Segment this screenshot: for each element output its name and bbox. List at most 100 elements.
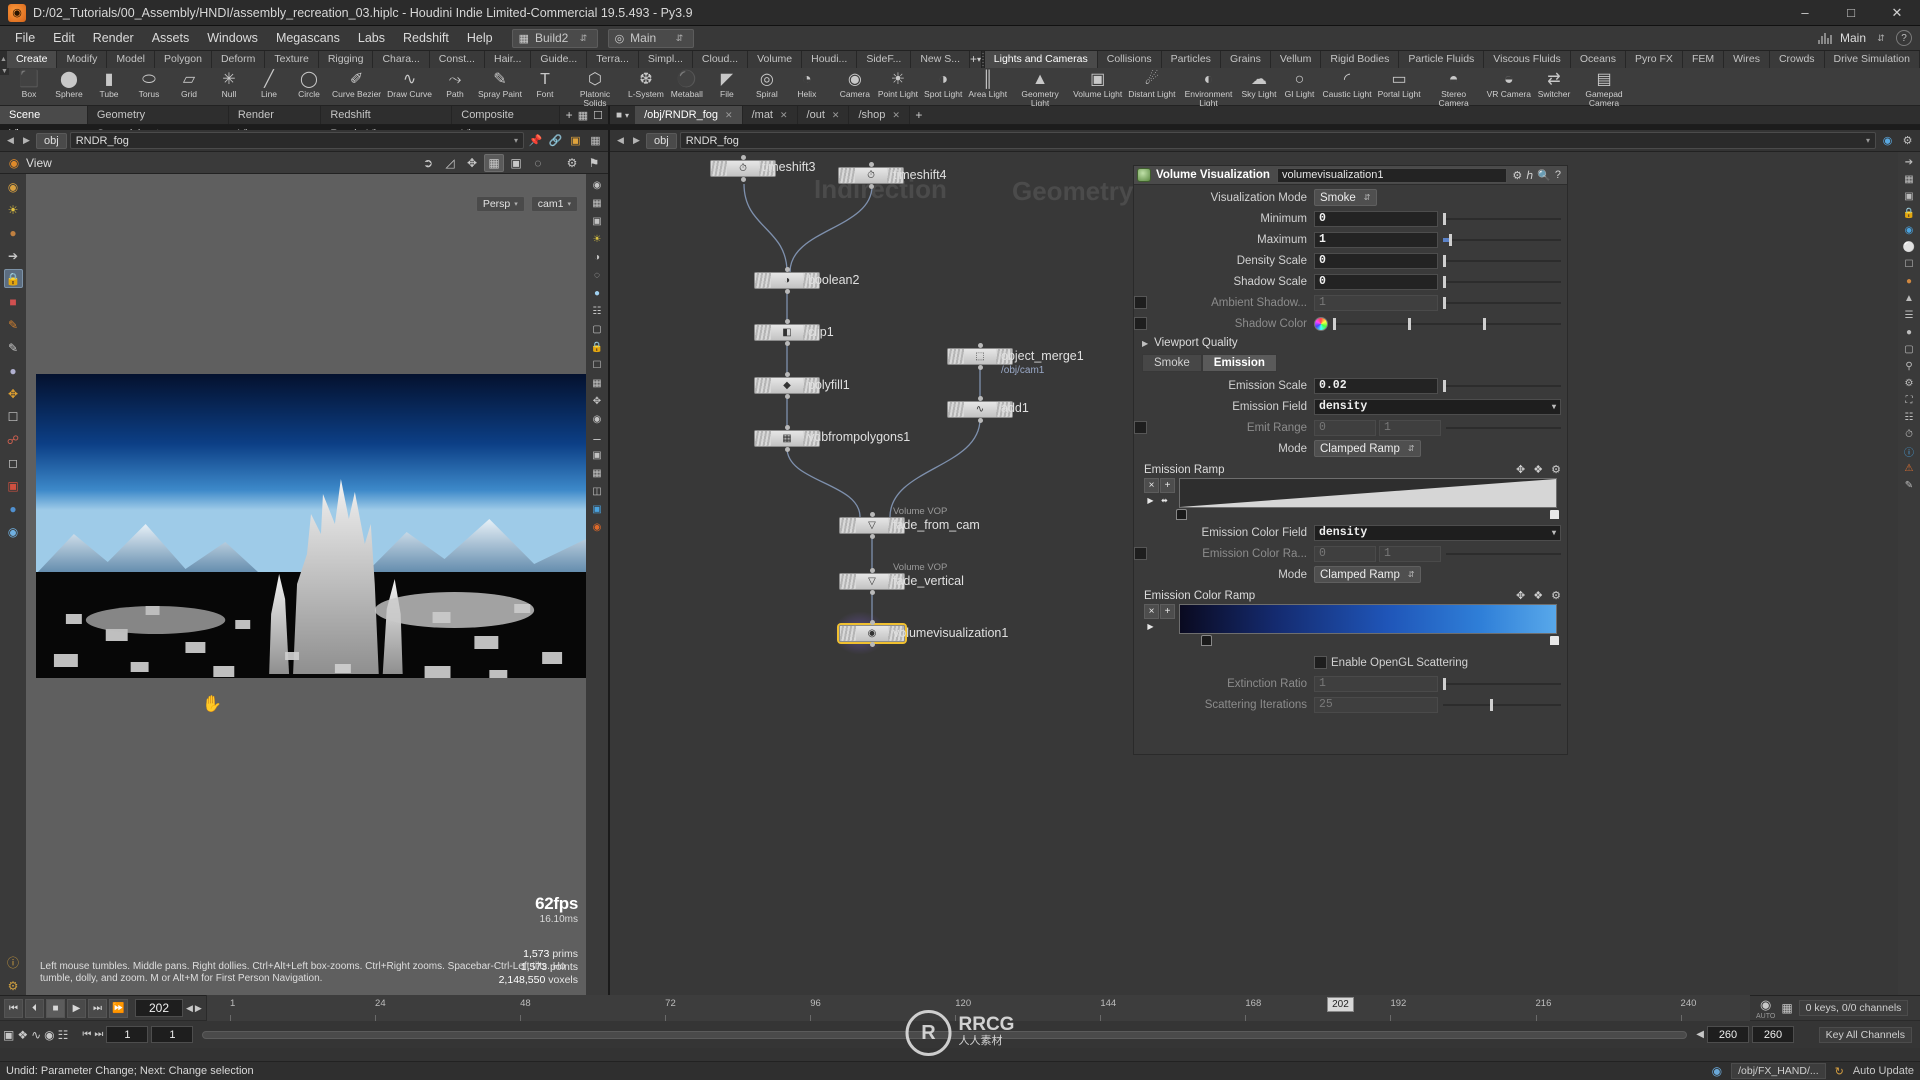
param-value-field[interactable]: 0 bbox=[1314, 252, 1438, 269]
shelf-tab-sidef[interactable]: SideF... bbox=[857, 51, 912, 68]
frame-back-icon[interactable]: ◀ bbox=[186, 1003, 193, 1014]
playbar-button-3[interactable]: ▶ bbox=[67, 998, 86, 1018]
net-shape-icon[interactable]: ▲ bbox=[1901, 290, 1918, 306]
shelf-scroll-up-icon[interactable]: ▲ bbox=[0, 51, 7, 68]
scene-path-field[interactable]: RNDR_fog ▾ bbox=[69, 132, 524, 149]
shelf-tool-font[interactable]: T Font bbox=[525, 68, 565, 107]
range-left-icon[interactable]: ◀ bbox=[1696, 1029, 1704, 1040]
shelf-tool-distant-light[interactable]: ☄ Distant Light bbox=[1125, 68, 1178, 107]
net-warning-icon[interactable]: ⚠ bbox=[1901, 460, 1918, 476]
auto-key-icon[interactable]: ◉ bbox=[1760, 997, 1771, 1013]
playbar-button-5[interactable]: ⏩ bbox=[109, 998, 128, 1018]
shelf-tab-rigid-bodies[interactable]: Rigid Bodies bbox=[1321, 51, 1400, 68]
tab-smoke[interactable]: Smoke bbox=[1142, 354, 1202, 372]
pane-tab-redshift-renderview[interactable]: Redshift RenderView✕ bbox=[321, 106, 453, 140]
grid-toggle-icon[interactable]: ▦ bbox=[589, 375, 606, 391]
settings-icon[interactable]: ⚙ bbox=[4, 976, 23, 995]
menu-help[interactable]: Help bbox=[458, 26, 502, 51]
node-port-out[interactable] bbox=[870, 534, 875, 539]
node-port-out[interactable] bbox=[785, 341, 790, 346]
shelf-tab-viscous-fluids[interactable]: Viscous Fluids bbox=[1484, 51, 1571, 68]
net-path-context-chip[interactable]: obj bbox=[646, 132, 677, 149]
param-value-field[interactable]: 1 bbox=[1314, 675, 1438, 692]
chevron-updown-icon[interactable]: ⇵ bbox=[577, 33, 591, 44]
bbox-tool-icon[interactable]: ☐ bbox=[4, 407, 23, 426]
material-tool-icon[interactable]: ● bbox=[4, 223, 23, 242]
status-node-path[interactable]: /obj/FX_HAND/... bbox=[1731, 1063, 1826, 1079]
ramp-remove-button[interactable]: × bbox=[1144, 478, 1159, 493]
param-slider[interactable] bbox=[1443, 378, 1561, 394]
node-port-in[interactable] bbox=[785, 425, 790, 430]
param-menu[interactable]: Clamped Ramp ⇵ bbox=[1314, 566, 1421, 583]
lock-icon[interactable]: 🔒 bbox=[3, 269, 23, 288]
viewport-menu-icon[interactable]: ◉ bbox=[4, 154, 24, 172]
playbar-button-0[interactable]: ⏮ bbox=[4, 998, 23, 1018]
net-dot-icon[interactable]: ● bbox=[1901, 324, 1918, 340]
chevron-updown-icon-2[interactable]: ⇵ bbox=[673, 33, 687, 44]
background-icon[interactable]: ▢ bbox=[589, 321, 606, 337]
chevron-updown-icon-3[interactable]: ⇵ bbox=[1874, 33, 1888, 44]
menu-redshift[interactable]: Redshift bbox=[394, 26, 458, 51]
node-port-out[interactable] bbox=[978, 365, 983, 370]
shelf-tab-polygon[interactable]: Polygon bbox=[155, 51, 212, 68]
axis-icon[interactable]: ✥ bbox=[589, 393, 606, 409]
handles-icon[interactable]: ⚊ bbox=[589, 429, 606, 445]
handle-icon[interactable]: ◿ bbox=[440, 154, 460, 172]
close-icon[interactable]: ✕ bbox=[725, 110, 733, 120]
net-pin-icon[interactable]: ◉ bbox=[1879, 132, 1896, 149]
param-checkbox[interactable] bbox=[1134, 421, 1147, 434]
shelf-tab-oceans[interactable]: Oceans bbox=[1570, 51, 1626, 68]
network-pane-menu-icon[interactable]: ■ bbox=[616, 110, 622, 121]
shelf-tab-pyro-fx[interactable]: Pyro FX bbox=[1626, 51, 1683, 68]
display-icon[interactable]: ▣ bbox=[506, 154, 526, 172]
guides-icon[interactable]: ☷ bbox=[589, 303, 606, 319]
select-icon[interactable]: ➲ bbox=[418, 154, 438, 172]
anim-icon[interactable]: ✥ bbox=[1516, 463, 1525, 476]
param-menu[interactable]: Smoke ⇵ bbox=[1314, 189, 1377, 206]
desktop-selector[interactable]: ▦ Build2 ⇵ bbox=[511, 28, 598, 48]
shelf-tab-grains[interactable]: Grains bbox=[1220, 51, 1271, 68]
path-forward-icon[interactable]: ▶ bbox=[20, 135, 33, 146]
net-path-forward-icon[interactable]: ▶ bbox=[630, 135, 643, 146]
frame-forward-icon[interactable]: ▶ bbox=[195, 1003, 202, 1014]
param-menu[interactable]: Clamped Ramp ⇵ bbox=[1314, 440, 1421, 457]
param-range-min[interactable]: 0 bbox=[1314, 419, 1376, 436]
emission-color-ramp-gradient[interactable] bbox=[1179, 604, 1557, 634]
param-slider[interactable] bbox=[1443, 676, 1561, 692]
shelf-tab-collisions[interactable]: Collisions bbox=[1097, 51, 1162, 68]
shelf-tab-cloud[interactable]: Cloud... bbox=[692, 51, 749, 68]
menu-labs[interactable]: Labs bbox=[349, 26, 394, 51]
shelf-tab-crowds[interactable]: Crowds bbox=[1769, 51, 1825, 68]
param-combo[interactable]: density ▾ bbox=[1314, 524, 1561, 541]
lighting-icon[interactable]: ☀ bbox=[589, 231, 606, 247]
ramp-handle-left[interactable] bbox=[1176, 509, 1187, 520]
node-port-in[interactable] bbox=[978, 396, 983, 401]
shelf-tool-path[interactable]: ⤳ Path bbox=[435, 68, 475, 107]
param-checkbox[interactable] bbox=[1134, 317, 1147, 330]
node-port-out[interactable] bbox=[785, 447, 790, 452]
shaded-icon[interactable]: ▣ bbox=[589, 213, 606, 229]
path-back-icon[interactable]: ◀ bbox=[4, 135, 17, 146]
scope-tool-icon[interactable]: ◉ bbox=[44, 1028, 54, 1042]
shelf-tab-hair[interactable]: Hair... bbox=[484, 51, 532, 68]
shelf-tool-draw-curve[interactable]: ∿ Draw Curve bbox=[384, 68, 435, 107]
render-preview[interactable] bbox=[36, 374, 586, 678]
net-note-icon[interactable]: ☰ bbox=[1901, 307, 1918, 323]
param-slider[interactable] bbox=[1443, 697, 1561, 713]
network-tab-shop[interactable]: /shop ✕ bbox=[849, 106, 910, 124]
shelf-tab-new-s[interactable]: New S... bbox=[911, 51, 971, 68]
pane-tab-composite-view[interactable]: Composite View✕ bbox=[452, 106, 561, 140]
playhead[interactable]: 202 bbox=[1327, 997, 1354, 1012]
net-info-icon[interactable]: ⓘ bbox=[1901, 443, 1918, 459]
view-tool-icon[interactable]: ◉ bbox=[4, 177, 23, 196]
question-icon[interactable]: ? bbox=[1896, 30, 1912, 46]
net-list-icon[interactable]: ☷ bbox=[1901, 409, 1918, 425]
display-options-icon[interactable]: ◉ bbox=[589, 177, 606, 193]
pane-tab-render-view[interactable]: Render View✕ bbox=[229, 106, 322, 140]
viewport-view-label[interactable]: View bbox=[26, 156, 52, 170]
shelf-tool-portal-light[interactable]: ▭ Portal Light bbox=[1375, 68, 1424, 107]
param-slider[interactable] bbox=[1443, 295, 1561, 311]
keyframe-icon[interactable]: ▦ bbox=[1781, 1001, 1792, 1015]
net-bypass-icon[interactable]: ⚪ bbox=[1901, 239, 1918, 255]
param-value-field[interactable]: 0.02 bbox=[1314, 377, 1438, 394]
